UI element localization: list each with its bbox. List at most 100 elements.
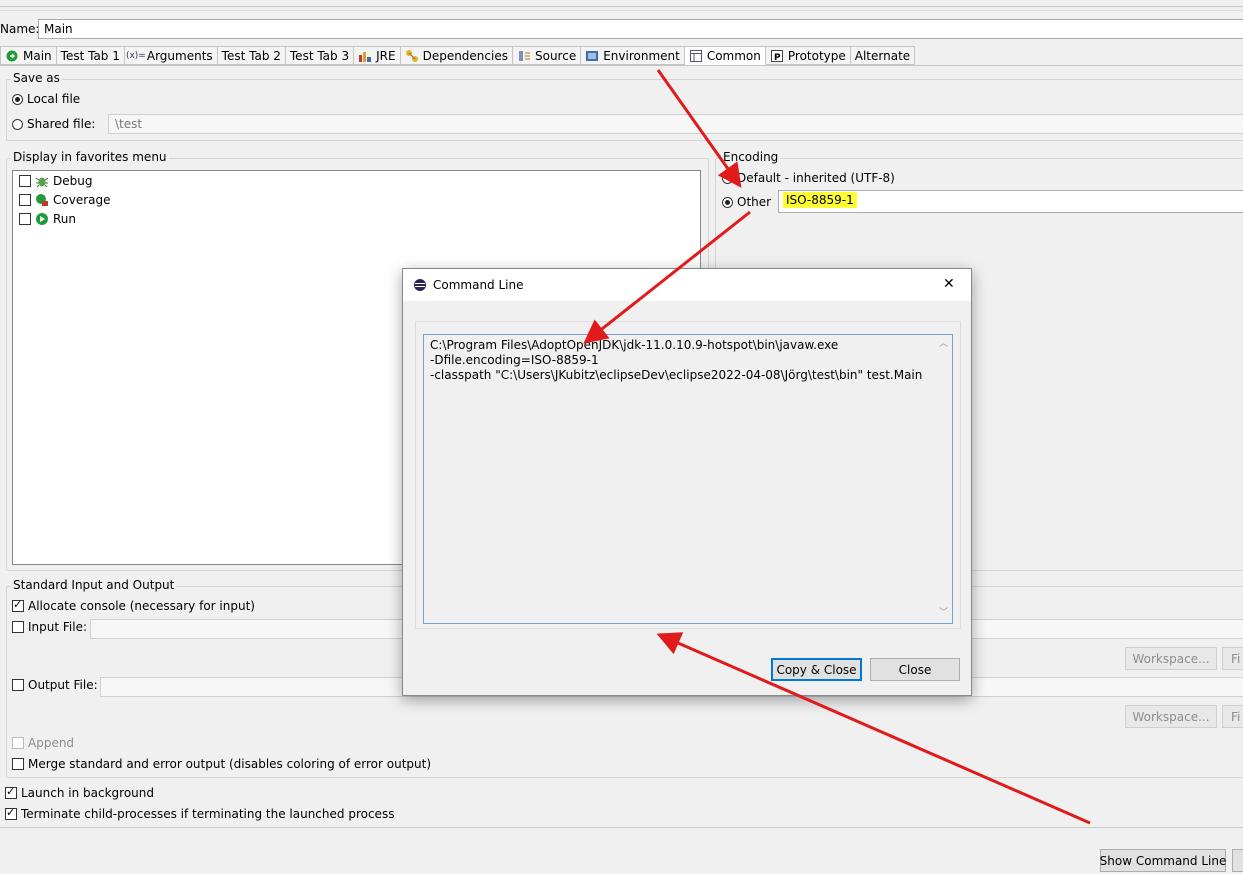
input-file-checkbox[interactable] — [12, 621, 24, 633]
source-icon — [517, 49, 531, 63]
show-command-line-button[interactable]: Show Command Line — [1100, 849, 1226, 872]
save-as-title: Save as — [11, 71, 62, 85]
shared-file-radio[interactable] — [12, 118, 23, 130]
local-file-option[interactable]: Local file — [12, 92, 80, 106]
input-file-option[interactable]: Input File: — [12, 620, 87, 634]
output-file-label: Output File: — [28, 678, 98, 692]
scroll-down-icon[interactable]: ﹀ — [939, 606, 948, 621]
run-checkbox[interactable] — [19, 213, 31, 225]
std-io-title: Standard Input and Output — [11, 578, 177, 592]
next-button-partial[interactable] — [1232, 849, 1243, 872]
launch-background-option[interactable]: Launch in background — [5, 785, 154, 800]
output-file-option[interactable]: Output File: — [12, 678, 98, 692]
copy-close-button[interactable]: Copy & Close — [771, 658, 862, 681]
command-line-2: -Dfile.encoding=ISO-8859-1 — [430, 353, 599, 367]
allocate-console-option[interactable]: Allocate console (necessary for input) — [12, 598, 255, 613]
name-input[interactable]: Main — [38, 19, 1243, 39]
arguments-icon: (x)= — [125, 50, 146, 61]
command-line-3: -classpath "C:\Users\JKubitz\eclipseDev\… — [430, 368, 923, 382]
command-line-1: C:\Program Files\AdoptOpenJDK\jdk-11.0.1… — [430, 338, 839, 352]
input-filesystem-button[interactable]: Fi — [1222, 647, 1243, 670]
tab-label: Test Tab 2 — [221, 48, 281, 63]
jre-icon — [358, 49, 372, 63]
green-circle-icon — [5, 49, 19, 63]
tab-common[interactable]: Common — [684, 46, 766, 65]
tab-label: Environment — [603, 48, 680, 63]
terminate-children-option[interactable]: Terminate child-processes if terminating… — [5, 806, 395, 821]
allocate-console-label: Allocate console (necessary for input) — [28, 599, 255, 613]
tab-environment[interactable]: Environment — [581, 46, 685, 65]
tab-source[interactable]: Source — [512, 46, 582, 65]
launch-background-label: Launch in background — [21, 786, 154, 800]
tab-bar: Main Test Tab 1 (x)= Arguments Test Tab … — [0, 46, 916, 66]
debug-checkbox[interactable] — [19, 175, 31, 187]
command-line-dialog: Command Line ✕ C:\Program Files\AdoptOpe… — [402, 268, 972, 696]
output-file-checkbox[interactable] — [12, 679, 24, 691]
tab-label: Test Tab 1 — [60, 48, 120, 63]
list-item[interactable]: Coverage — [19, 193, 111, 207]
tab-test-tab-2[interactable]: Test Tab 2 — [217, 46, 286, 65]
encoding-value-highlight: ISO-8859-1 — [783, 192, 857, 208]
terminate-children-checkbox[interactable] — [5, 806, 17, 820]
tab-label: Common — [706, 48, 761, 63]
top-separator — [0, 6, 1243, 7]
coverage-label: Coverage — [53, 193, 111, 207]
shared-file-label: Shared file: — [27, 117, 96, 131]
shared-file-path-field[interactable]: \test — [108, 114, 1243, 134]
bug-icon — [35, 174, 49, 188]
tab-test-tab-1[interactable]: Test Tab 1 — [56, 46, 125, 65]
merge-output-option[interactable]: Merge standard and error output (disable… — [12, 757, 431, 771]
launch-background-checkbox[interactable] — [5, 785, 17, 799]
shared-file-option[interactable]: Shared file: — [12, 117, 95, 131]
scroll-up-icon[interactable]: ︿ — [939, 337, 948, 352]
command-line-text[interactable]: C:\Program Files\AdoptOpenJDK\jdk-11.0.1… — [423, 334, 953, 624]
tab-test-tab-3[interactable]: Test Tab 3 — [285, 46, 355, 65]
tab-label: Main — [23, 48, 52, 63]
tab-prototype[interactable]: P Prototype — [765, 46, 851, 65]
terminate-children-label: Terminate child-processes if terminating… — [21, 807, 395, 821]
list-item[interactable]: Debug — [19, 174, 92, 188]
encoding-default-radio[interactable] — [722, 172, 733, 184]
tab-arguments[interactable]: (x)= Arguments — [124, 46, 218, 65]
encoding-other-radio[interactable] — [722, 196, 733, 208]
input-workspace-button[interactable]: Workspace... — [1125, 647, 1217, 670]
encoding-other-option[interactable]: Other — [722, 195, 771, 209]
output-workspace-button[interactable]: Workspace... — [1125, 705, 1217, 728]
encoding-other-input[interactable]: ISO-8859-1 — [778, 190, 1243, 213]
common-icon — [689, 49, 703, 63]
list-item[interactable]: Run — [19, 212, 76, 226]
encoding-default-label: Default - inherited (UTF-8) — [737, 171, 895, 185]
append-option[interactable]: Append — [12, 736, 74, 750]
name-label: Name: — [0, 22, 40, 36]
dialog-title: Command Line — [433, 278, 524, 292]
run-label: Run — [53, 212, 77, 226]
tab-jre[interactable]: JRE — [354, 46, 401, 65]
prototype-icon: P — [770, 49, 784, 63]
allocate-console-checkbox[interactable] — [12, 598, 24, 612]
tab-dependencies[interactable]: Dependencies — [400, 46, 513, 65]
tab-main[interactable]: Main — [0, 46, 57, 65]
coverage-icon — [35, 193, 49, 207]
merge-output-checkbox[interactable] — [12, 758, 24, 770]
local-file-radio[interactable] — [12, 93, 23, 105]
tab-label: Alternate — [854, 48, 911, 63]
favorites-title: Display in favorites menu — [11, 150, 169, 164]
local-file-label: Local file — [27, 92, 81, 106]
encoding-title: Encoding — [721, 150, 781, 164]
dialog-close-icon[interactable]: ✕ — [943, 276, 955, 292]
tab-label: Test Tab 3 — [289, 48, 350, 63]
tab-label: Dependencies — [422, 48, 508, 63]
tab-label: Source — [534, 48, 577, 63]
tab-label: JRE — [376, 48, 396, 63]
debug-label: Debug — [53, 174, 93, 188]
encoding-default-option[interactable]: Default - inherited (UTF-8) — [722, 171, 895, 185]
close-button[interactable]: Close — [870, 658, 960, 681]
encoding-other-label: Other — [737, 195, 772, 209]
tab-alternate[interactable]: Alternate — [850, 46, 916, 65]
coverage-checkbox[interactable] — [19, 194, 31, 206]
top-separator-2 — [0, 10, 1243, 11]
append-checkbox[interactable] — [12, 737, 24, 749]
output-filesystem-button[interactable]: Fi — [1222, 705, 1243, 728]
environment-icon — [585, 49, 599, 63]
svg-text:P: P — [774, 53, 781, 63]
